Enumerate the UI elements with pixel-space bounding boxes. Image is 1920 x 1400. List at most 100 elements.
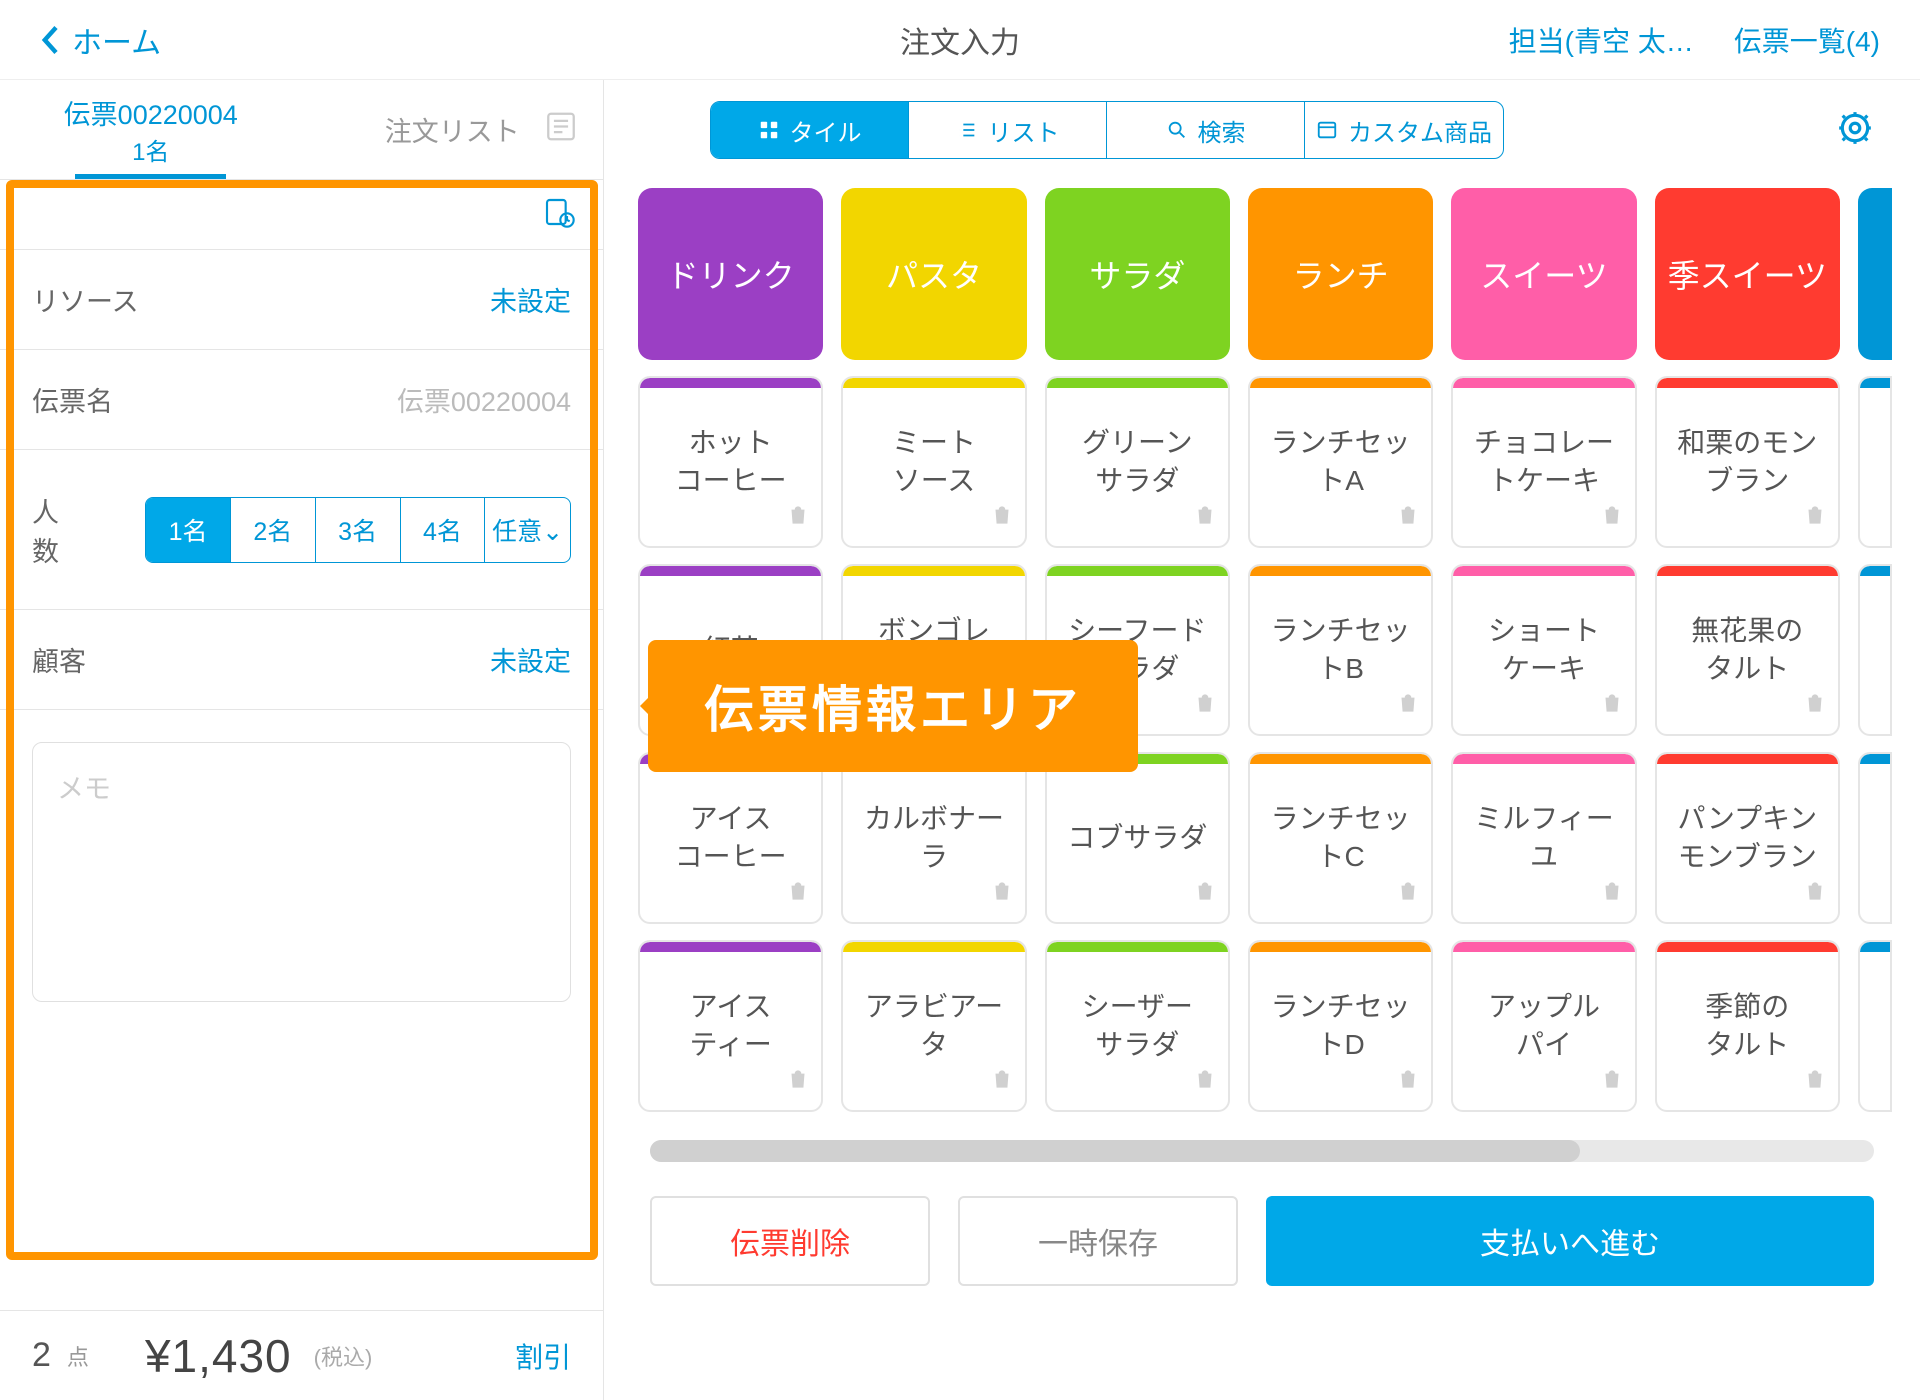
resource-row[interactable]: リソース 未設定	[0, 250, 603, 350]
product-name: 無花果の タルト	[1691, 612, 1803, 688]
view-search[interactable]: 検索	[1107, 102, 1305, 158]
product-card[interactable]: ホット コーヒー	[638, 376, 823, 548]
tile-icon	[758, 119, 780, 141]
tab-slip-label: 伝票00220004	[64, 93, 238, 132]
bag-icon	[1192, 688, 1218, 726]
view-custom[interactable]: カスタム商品	[1305, 102, 1503, 158]
product-name: パンプキン モンブラン	[1677, 800, 1817, 876]
category-1[interactable]: パスタ	[841, 188, 1026, 360]
product-card[interactable]: ショート ケーキ	[1451, 564, 1636, 736]
people-row: 人数 1名2名3名4名任意⌄	[0, 450, 603, 610]
category-3[interactable]: ランチ	[1248, 188, 1433, 360]
product-card[interactable]: 季節の タルト	[1655, 940, 1840, 1112]
product-name: ランチセッ トD	[1271, 988, 1411, 1064]
tab-order-list[interactable]: 注文リスト	[302, 80, 604, 179]
product-card[interactable]: チョコレー トケーキ	[1451, 376, 1636, 548]
product-card[interactable]: ミート ソース	[841, 376, 1026, 548]
people-option-0[interactable]: 1名	[146, 498, 231, 562]
slip-name-value: 伝票00220004	[397, 380, 571, 419]
bag-icon	[1599, 500, 1625, 538]
slips-link[interactable]: 伝票一覧(4)	[1734, 20, 1880, 60]
discount-button[interactable]: 割引	[515, 1336, 571, 1376]
people-option-3[interactable]: 4名	[401, 498, 486, 562]
product-card[interactable]: コブサラダ	[1045, 752, 1230, 924]
bag-icon	[1599, 1064, 1625, 1102]
product-name: ランチセッ トB	[1271, 612, 1411, 688]
product-card[interactable]: グリーン サラダ	[1045, 376, 1230, 548]
bag-icon	[1802, 1064, 1828, 1102]
view-list[interactable]: リスト	[909, 102, 1107, 158]
page-title: 注文入力	[900, 18, 1020, 62]
memo-field[interactable]: メモ	[32, 742, 571, 1002]
product-card[interactable]: アイス コーヒー	[638, 752, 823, 924]
product-card[interactable]: パンプキン モンブラン	[1655, 752, 1840, 924]
product-card[interactable]: ミルフィー ユ	[1451, 752, 1636, 924]
delete-slip-button[interactable]: 伝票削除	[650, 1196, 930, 1286]
resource-value: 未設定	[490, 280, 571, 319]
product-more[interactable]	[1858, 940, 1892, 1112]
product-name: ミート ソース	[892, 424, 976, 500]
bag-icon	[1192, 500, 1218, 538]
product-card[interactable]: ランチセッ トA	[1248, 376, 1433, 548]
view-segment: タイル リスト 検索 カスタム商品	[710, 101, 1504, 159]
product-name: カルボナー ラ	[864, 800, 1004, 876]
list-icon	[544, 109, 578, 150]
people-option-1[interactable]: 2名	[231, 498, 316, 562]
bag-icon	[1802, 688, 1828, 726]
product-name: コブサラダ	[1067, 819, 1207, 857]
product-card[interactable]: カルボナー ラ	[841, 752, 1026, 924]
product-name: 和栗のモン ブラン	[1677, 424, 1817, 500]
product-card[interactable]: シーザー サラダ	[1045, 940, 1230, 1112]
settings-button[interactable]	[1836, 109, 1874, 152]
people-option-4[interactable]: 任意⌄	[485, 498, 570, 562]
product-card[interactable]: アップル パイ	[1451, 940, 1636, 1112]
product-card[interactable]: 無花果の タルト	[1655, 564, 1840, 736]
people-segment: 1名2名3名4名任意⌄	[145, 497, 571, 563]
tab-people-label: 1名	[132, 132, 169, 167]
people-option-2[interactable]: 3名	[316, 498, 401, 562]
product-more[interactable]	[1858, 564, 1892, 736]
staff-link[interactable]: 担当(青空 太…	[1509, 20, 1694, 60]
bag-icon	[1599, 876, 1625, 914]
customer-value: 未設定	[490, 640, 571, 679]
product-card[interactable]: ランチセッ トC	[1248, 752, 1433, 924]
bag-icon	[1192, 1064, 1218, 1102]
product-card[interactable]: アラビアー タ	[841, 940, 1026, 1112]
proceed-payment-button[interactable]: 支払いへ進む	[1266, 1196, 1874, 1286]
slip-name-label: 伝票名	[32, 380, 113, 419]
back-label: ホーム	[72, 18, 161, 62]
product-card[interactable]: 和栗のモン ブラン	[1655, 376, 1840, 548]
box-icon	[1316, 119, 1338, 141]
bag-icon	[1599, 688, 1625, 726]
product-more[interactable]	[1858, 376, 1892, 548]
tax-label: (税込)	[314, 1340, 373, 1372]
item-count: 2	[32, 1336, 51, 1375]
bag-icon	[1395, 876, 1421, 914]
category-2[interactable]: サラダ	[1045, 188, 1230, 360]
category-0[interactable]: ドリンク	[638, 188, 823, 360]
product-card[interactable]: ランチセッ トD	[1248, 940, 1433, 1112]
category-4[interactable]: スイーツ	[1451, 188, 1636, 360]
product-name: ランチセッ トA	[1271, 424, 1411, 500]
tab-slip-info[interactable]: 伝票00220004 1名	[0, 80, 302, 179]
save-draft-button[interactable]: 一時保存	[958, 1196, 1238, 1286]
customer-row[interactable]: 顧客 未設定	[0, 610, 603, 710]
slip-settings-icon[interactable]	[543, 196, 575, 233]
bag-icon	[785, 1064, 811, 1102]
bag-icon	[1802, 500, 1828, 538]
bag-icon	[989, 1064, 1015, 1102]
bag-icon	[785, 876, 811, 914]
scroll-bar[interactable]	[650, 1140, 1874, 1162]
product-name: 季節の タルト	[1705, 988, 1789, 1064]
product-card[interactable]: アイス ティー	[638, 940, 823, 1112]
category-more[interactable]	[1858, 188, 1892, 360]
back-button[interactable]: ホーム	[40, 18, 161, 62]
slip-name-row[interactable]: 伝票名 伝票00220004	[0, 350, 603, 450]
product-name: チョコレー トケーキ	[1474, 424, 1614, 500]
view-tile[interactable]: タイル	[711, 102, 909, 158]
product-name: シーザー サラダ	[1082, 988, 1193, 1064]
product-more[interactable]	[1858, 752, 1892, 924]
product-card[interactable]: ランチセッ トB	[1248, 564, 1433, 736]
bag-icon	[1802, 876, 1828, 914]
category-5[interactable]: 季スイーツ	[1655, 188, 1840, 360]
